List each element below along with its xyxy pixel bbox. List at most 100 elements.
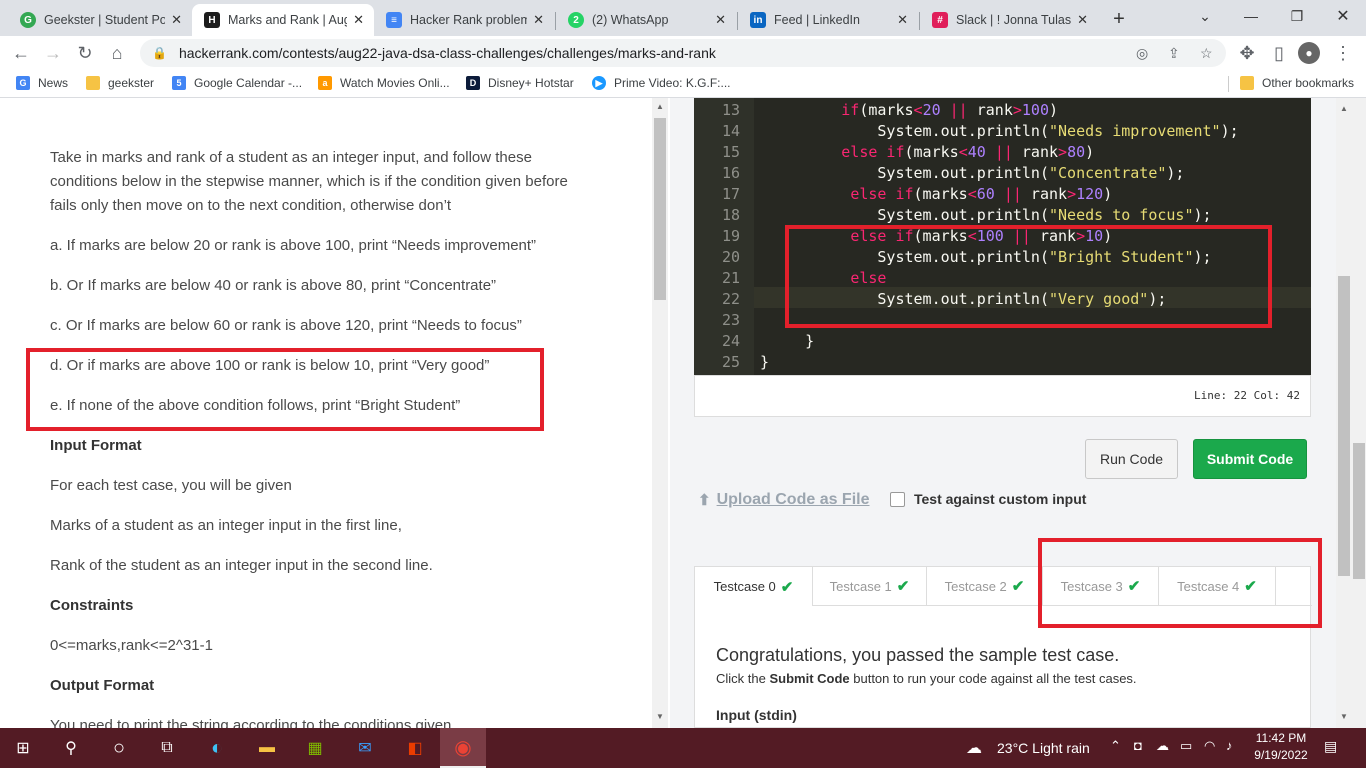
profile-avatar[interactable]: ●	[1298, 42, 1320, 64]
edge-icon[interactable]: ◐	[194, 728, 240, 768]
close-icon[interactable]: ✕	[897, 12, 908, 28]
tab-hacker-rank-problem[interactable]: ≡ Hacker Rank problem ✕	[374, 4, 554, 36]
right-scrollbar-thumb[interactable]	[1338, 276, 1350, 576]
output-format-line-1: You need to print the string according t…	[50, 717, 452, 728]
page-scrollbar-thumb[interactable]	[1353, 443, 1365, 579]
tab-whatsapp[interactable]: 2 (2) WhatsApp ✕	[556, 4, 736, 36]
code-line-13: if(marks<20 || rank>100)	[841, 101, 1059, 119]
page-scrollbar[interactable]	[1352, 98, 1366, 728]
store-icon[interactable]: ▦	[292, 728, 338, 768]
clock[interactable]: 11:42 PM 9/19/2022	[1252, 731, 1310, 762]
tab-testcase-0[interactable]: Testcase 0 ✔	[695, 567, 813, 606]
back-button[interactable]: ←	[8, 40, 34, 66]
docs-icon: ≡	[386, 12, 402, 28]
submit-code-button[interactable]: Submit Code	[1193, 439, 1307, 479]
bookmark-geekster[interactable]: geekster	[86, 76, 154, 90]
close-icon[interactable]: ✕	[171, 12, 182, 28]
input-format-heading: Input Format	[50, 437, 142, 454]
close-icon[interactable]: ✕	[353, 12, 364, 28]
problem-intro: Take in marks and rank of a student as a…	[50, 149, 568, 214]
result-title: Congratulations, you passed the sample t…	[716, 645, 1120, 665]
close-icon[interactable]: ✕	[715, 12, 726, 28]
office-icon[interactable]: ◧	[392, 728, 438, 768]
battery-icon[interactable]: ▭	[1180, 738, 1192, 754]
tab-marks-and-rank[interactable]: H Marks and Rank | Aug ✕	[192, 4, 374, 36]
tracking-icon[interactable]: ◎	[1136, 39, 1148, 67]
annotation-box-testcases	[1038, 538, 1322, 628]
windows-start-icon[interactable]: ⊞	[0, 728, 46, 768]
bookmark-watch-movies[interactable]: a Watch Movies Onli...	[318, 76, 450, 90]
bookmark-news[interactable]: G News	[16, 76, 68, 90]
check-icon: ✔	[780, 578, 794, 596]
tab-search-icon[interactable]: ⌄	[1182, 0, 1228, 32]
code-line-18: System.out.println("Needs to focus");	[760, 206, 1212, 224]
annotation-box-code	[785, 225, 1272, 328]
home-button[interactable]: ⌂	[104, 40, 130, 66]
upload-icon: ⬆	[698, 492, 711, 509]
hotstar-icon: D	[466, 76, 480, 90]
weather-icon: ☁	[966, 740, 982, 757]
tab-linkedin[interactable]: in Feed | LinkedIn ✕	[738, 4, 918, 36]
menu-icon[interactable]: ⋮	[1330, 40, 1356, 66]
volume-icon[interactable]: ♪	[1226, 738, 1233, 753]
tab-testcase-1[interactable]: Testcase 1 ✔	[813, 567, 927, 606]
right-scrollbar[interactable]: ▲ ▼	[1336, 98, 1352, 728]
geekster-icon: G	[20, 12, 36, 28]
new-tab-button[interactable]: +	[1106, 6, 1132, 32]
cortana-icon[interactable]: ○	[96, 728, 142, 768]
bookmark-google-calendar[interactable]: 5 Google Calendar -...	[172, 76, 302, 90]
window-close-button[interactable]: ✕	[1320, 0, 1366, 32]
condition-a: a. If marks are below 20 or rank is abov…	[50, 237, 537, 254]
mail-icon[interactable]: ✉	[342, 728, 388, 768]
forward-button[interactable]: →	[40, 40, 66, 66]
code-line-14: System.out.println("Needs improvement");	[760, 122, 1239, 140]
address-bar[interactable]: 🔒 hackerrank.com/contests/aug22-java-dsa…	[140, 39, 1226, 67]
upload-code-link[interactable]: ⬆ Upload Code as File	[698, 491, 870, 509]
restore-button[interactable]: ❐	[1274, 0, 1320, 32]
result-description: Click the Submit Code button to run your…	[716, 671, 1137, 686]
slack-icon: #	[932, 12, 948, 28]
code-line-25: }	[760, 353, 770, 371]
custom-input-option[interactable]: Test against custom input	[890, 491, 1086, 507]
browser-tab-strip: G Geekster | Student Por ✕ H Marks and R…	[0, 0, 1366, 36]
side-panel-icon[interactable]: ▯	[1266, 40, 1292, 66]
tray-app-icon[interactable]: ◘	[1134, 738, 1142, 753]
bookmark-prime-video[interactable]: ▶ Prime Video: K.G.F:...	[592, 76, 730, 90]
close-icon[interactable]: ✕	[533, 12, 544, 28]
tab-geekster[interactable]: G Geekster | Student Por ✕	[8, 4, 192, 36]
code-line-16: System.out.println("Concentrate");	[760, 164, 1185, 182]
close-icon[interactable]: ✕	[1077, 12, 1088, 28]
left-scrollbar-thumb[interactable]	[654, 118, 666, 300]
bookmark-star-icon[interactable]: ☆	[1200, 39, 1213, 67]
left-scrollbar[interactable]: ▲ ▼	[652, 98, 668, 728]
tab-testcase-2[interactable]: Testcase 2 ✔	[927, 567, 1043, 606]
weather-text[interactable]: 23°C Light rain	[997, 740, 1090, 756]
search-icon[interactable]: ⚲	[48, 728, 94, 768]
code-panel: 13 14 15 16 17 18 19 20 21 22 23 24 25 i…	[670, 98, 1336, 728]
hackerrank-icon: H	[204, 12, 220, 28]
constraints-text: 0<=marks,rank<=2^31-1	[50, 637, 213, 654]
custom-input-checkbox[interactable]	[890, 491, 905, 507]
url-text: hackerrank.com/contests/aug22-java-dsa-c…	[178, 45, 716, 61]
linkedin-icon: in	[750, 12, 766, 28]
task-view-icon[interactable]: ⧉	[144, 728, 190, 768]
chrome-icon[interactable]: ◉	[440, 728, 486, 768]
minimize-button[interactable]: —	[1228, 0, 1274, 32]
whatsapp-icon: 2	[568, 12, 584, 28]
share-icon[interactable]: ⇪	[1168, 39, 1180, 67]
bookmark-hotstar[interactable]: D Disney+ Hotstar	[466, 76, 574, 90]
bookmarks-bar: G News geekster 5 Google Calendar -... a Wa…	[0, 70, 1366, 98]
notifications-icon[interactable]: ▤	[1324, 738, 1337, 755]
wifi-icon[interactable]: ◠	[1204, 738, 1215, 754]
extensions-icon[interactable]: ✥	[1234, 40, 1260, 66]
onedrive-icon[interactable]: ☁	[1156, 738, 1169, 754]
file-explorer-icon[interactable]: ▬	[244, 728, 290, 768]
tab-slack[interactable]: # Slack | ! Jonna Tulasi D ✕	[920, 4, 1098, 36]
cursor-position: Line: 22 Col: 42	[1194, 389, 1300, 402]
reload-button[interactable]: ↻	[72, 40, 98, 66]
bookmark-other[interactable]: Other bookmarks	[1240, 76, 1354, 90]
code-line-17: else if(marks<60 || rank>120)	[850, 185, 1113, 203]
prime-video-icon: ▶	[592, 76, 606, 90]
run-code-button[interactable]: Run Code	[1085, 439, 1178, 479]
tray-chevron-icon[interactable]: ⌃	[1110, 738, 1121, 754]
